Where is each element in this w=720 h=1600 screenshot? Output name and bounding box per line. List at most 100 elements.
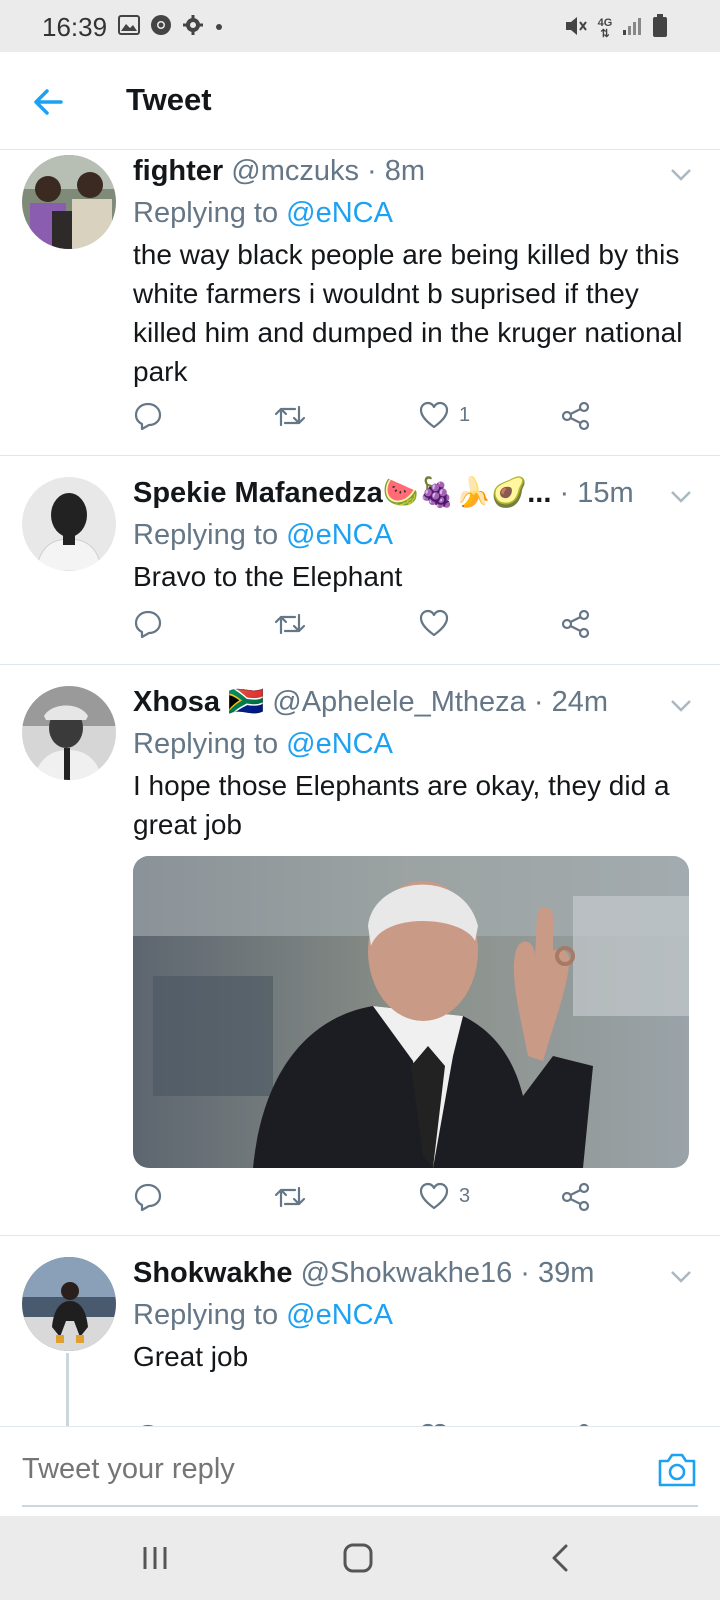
retweet-button[interactable] bbox=[273, 1182, 307, 1212]
retweet-button[interactable] bbox=[273, 401, 307, 431]
network-label: 4G bbox=[597, 16, 613, 29]
avatar[interactable] bbox=[22, 686, 116, 780]
reply-icon bbox=[134, 1183, 162, 1212]
page-title: Tweet bbox=[126, 82, 212, 117]
tweet-actions: 3 bbox=[133, 1182, 623, 1222]
tweet-author-name[interactable]: Xhosa bbox=[133, 686, 220, 718]
like-button[interactable] bbox=[419, 609, 459, 637]
tweet-handle-time: @Shokwakhe16 · 39m bbox=[292, 1257, 595, 1289]
share-button[interactable] bbox=[561, 1182, 591, 1212]
avatar[interactable] bbox=[22, 155, 116, 249]
reply-button[interactable] bbox=[133, 609, 163, 639]
tweet-author-name[interactable]: Shokwakhe bbox=[133, 1257, 293, 1289]
reply-underline bbox=[22, 1505, 698, 1507]
back-chevron-icon bbox=[552, 1544, 568, 1572]
replying-to: Replying to @eNCA bbox=[133, 193, 700, 233]
recent-apps-button[interactable] bbox=[133, 1538, 177, 1578]
status-bar: 16:39 4G ⇅ bbox=[0, 0, 720, 52]
like-button[interactable]: 1 bbox=[419, 401, 470, 429]
tweet-author-name[interactable]: fighter bbox=[133, 155, 223, 187]
chevron-down-icon[interactable] bbox=[670, 1257, 692, 1293]
image-icon bbox=[118, 15, 140, 40]
share-button[interactable] bbox=[561, 609, 591, 639]
chevron-down-icon[interactable] bbox=[670, 477, 692, 513]
retweet-icon bbox=[274, 1186, 306, 1208]
dot-icon bbox=[214, 19, 224, 37]
like-count: 1 bbox=[459, 403, 471, 426]
tweet-actions bbox=[133, 609, 623, 649]
heart-icon bbox=[419, 609, 449, 637]
chevron-down-icon[interactable] bbox=[670, 155, 692, 191]
status-right-icons: 4G ⇅ bbox=[564, 14, 668, 43]
share-icon bbox=[561, 609, 590, 639]
mute-icon bbox=[564, 15, 588, 42]
tweet-text: the way black people are being killed by… bbox=[133, 239, 683, 387]
settings-icon bbox=[182, 14, 204, 41]
tweet-handle-time: @Aphelele_Mtheza · 24m bbox=[264, 686, 608, 718]
reply-button[interactable] bbox=[133, 1182, 163, 1212]
home-button[interactable] bbox=[336, 1538, 380, 1578]
flag-icon: 🇿🇦 bbox=[228, 686, 265, 718]
reply-composer bbox=[0, 1426, 720, 1516]
replying-to: Replying to @eNCA bbox=[133, 1295, 700, 1335]
replies-feed[interactable]: fighter @mczuks · 8m Replying to @eNCA t… bbox=[0, 151, 720, 1426]
replying-to: Replying to @eNCA bbox=[133, 724, 700, 764]
status-left-icons bbox=[118, 14, 224, 41]
retweet-button[interactable] bbox=[273, 609, 307, 639]
retweet-icon bbox=[274, 613, 306, 635]
like-count: 3 bbox=[459, 1184, 471, 1207]
replying-prefix: Replying to bbox=[133, 728, 287, 760]
back-nav-button[interactable] bbox=[538, 1538, 582, 1578]
reply-input[interactable] bbox=[22, 1453, 602, 1486]
home-icon bbox=[343, 1543, 373, 1573]
mention-link[interactable]: @eNCA bbox=[286, 728, 393, 760]
mention-link[interactable]: @eNCA bbox=[286, 519, 393, 551]
replying-to: Replying to @eNCA bbox=[133, 515, 700, 555]
tweet-media-image[interactable] bbox=[133, 856, 689, 1168]
camera-button[interactable] bbox=[656, 1451, 698, 1491]
camera-icon bbox=[658, 1453, 696, 1487]
replying-prefix: Replying to bbox=[133, 1299, 287, 1331]
share-icon bbox=[561, 1182, 590, 1212]
thread-line bbox=[66, 1353, 69, 1426]
tweet-header: Shokwakhe @Shokwakhe16 · 39m bbox=[133, 1255, 700, 1291]
mention-link[interactable]: @eNCA bbox=[286, 1299, 393, 1331]
back-button[interactable] bbox=[28, 82, 68, 122]
tweet-item[interactable]: Xhosa 🇿🇦 @Aphelele_Mtheza · 24m Replying… bbox=[0, 666, 720, 1236]
app-header: Tweet bbox=[0, 52, 720, 150]
heart-icon bbox=[419, 1182, 449, 1210]
tweet-author-name[interactable]: Spekie Mafanedza🍉🍇🍌🥑... bbox=[133, 477, 551, 509]
tweet-header: fighter @mczuks · 8m bbox=[133, 153, 700, 189]
mention-link[interactable]: @eNCA bbox=[286, 197, 393, 229]
battery-icon bbox=[652, 14, 668, 43]
tweet-text: Great job bbox=[133, 1341, 249, 1372]
system-nav-bar bbox=[0, 1516, 720, 1600]
share-button[interactable] bbox=[561, 401, 591, 431]
tweet-text: Bravo to the Elephant bbox=[133, 561, 403, 592]
avatar[interactable] bbox=[22, 477, 116, 571]
reply-icon bbox=[134, 402, 162, 431]
4g-icon: 4G ⇅ bbox=[597, 16, 613, 40]
chrome-icon bbox=[150, 14, 172, 41]
tweet-item[interactable]: fighter @mczuks · 8m Replying to @eNCA t… bbox=[0, 151, 720, 456]
heart-icon bbox=[419, 401, 449, 429]
recent-apps-icon bbox=[143, 1547, 167, 1569]
back-arrow-icon bbox=[34, 89, 63, 115]
tweet-text: I hope those Elephants are okay, they di… bbox=[133, 770, 670, 840]
share-icon bbox=[561, 401, 590, 431]
avatar[interactable] bbox=[22, 1257, 116, 1351]
tweet-handle-time: @mczuks · 8m bbox=[223, 155, 426, 187]
signal-icon bbox=[622, 16, 644, 41]
tweet-item[interactable]: Spekie Mafanedza🍉🍇🍌🥑... · 15m Replying t… bbox=[0, 457, 720, 665]
status-time: 16:39 bbox=[42, 12, 108, 42]
reply-icon bbox=[134, 610, 162, 639]
tweet-actions: 1 bbox=[133, 401, 623, 441]
like-button[interactable]: 3 bbox=[419, 1182, 470, 1210]
tweet-header: Spekie Mafanedza🍉🍇🍌🥑... · 15m bbox=[133, 475, 700, 511]
tweet-handle-time: · 15m bbox=[551, 477, 634, 509]
tweet-item[interactable]: Shokwakhe @Shokwakhe16 · 39m Replying to… bbox=[0, 1237, 720, 1426]
reply-button[interactable] bbox=[133, 401, 163, 431]
chevron-down-icon[interactable] bbox=[670, 686, 692, 722]
replying-prefix: Replying to bbox=[133, 519, 287, 551]
retweet-icon bbox=[274, 405, 306, 427]
